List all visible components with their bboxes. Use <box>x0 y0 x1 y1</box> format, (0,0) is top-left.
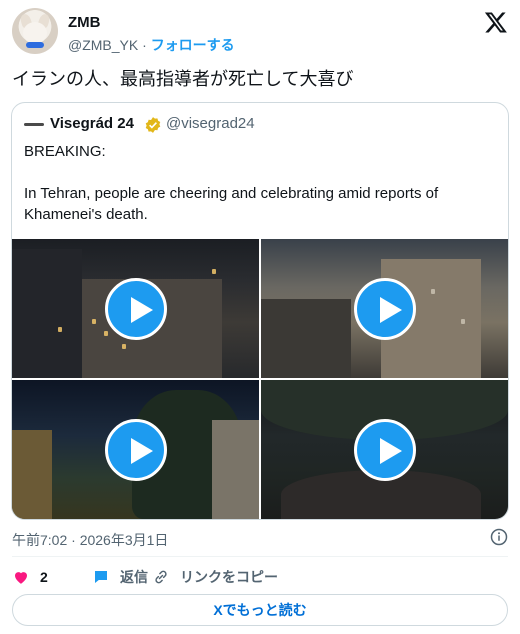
building-silhouette <box>261 299 351 378</box>
reply-label: 返信 <box>120 569 148 585</box>
copy-link-button[interactable]: リンクをコピー <box>152 566 278 588</box>
author-handle[interactable]: @ZMB_YK <box>68 37 138 53</box>
like-button[interactable]: 2 <box>12 566 48 588</box>
copy-link-label: リンクをコピー <box>180 569 278 585</box>
quoted-author-handle[interactable]: @visegrad24 <box>166 115 255 132</box>
tweet-text: イランの人、最高指導者が死亡して大喜び <box>12 69 354 90</box>
speech-bubble-icon <box>95 571 107 583</box>
building-silhouette <box>12 249 82 378</box>
window-light <box>92 319 96 324</box>
tweet-header: ZMB @ZMB_YK · フォローする <box>12 8 508 58</box>
reply-button[interactable]: 返信 <box>92 566 148 588</box>
play-icon[interactable] <box>104 418 167 481</box>
author-name[interactable]: ZMB <box>68 14 101 31</box>
info-icon[interactable] <box>490 528 508 546</box>
author-handle-line: @ZMB_YK · フォローする <box>68 35 235 55</box>
avatar-dog-collar <box>26 42 44 48</box>
quoted-text-line: In Tehran, people are cheering and celeb… <box>24 185 439 202</box>
play-icon[interactable] <box>353 418 416 481</box>
window-light <box>104 331 108 336</box>
video-thumbnail[interactable] <box>261 380 508 519</box>
play-icon[interactable] <box>353 277 416 340</box>
read-more-button[interactable]: Xでもっと読む <box>12 594 508 626</box>
heart-icon <box>15 572 27 584</box>
quoted-author-name[interactable]: Visegrád 24 <box>50 115 134 132</box>
author-avatar[interactable] <box>12 8 58 54</box>
handle-separator: · <box>138 37 151 53</box>
verified-badge-icon <box>145 117 161 133</box>
quoted-tweet[interactable]: Visegrád 24 @visegrad24 BREAKING: In Teh… <box>11 102 509 520</box>
window-light <box>122 344 126 349</box>
quoted-avatar[interactable] <box>24 123 44 126</box>
video-thumbnail[interactable] <box>261 239 508 378</box>
window-light <box>431 289 435 294</box>
window-light <box>461 319 465 324</box>
quoted-text-line <box>24 162 494 183</box>
video-thumbnail[interactable] <box>12 239 259 378</box>
window-light <box>58 327 62 332</box>
like-count: 2 <box>40 569 48 585</box>
divider <box>12 556 508 557</box>
quoted-text-line: BREAKING: <box>24 143 106 160</box>
quoted-text: BREAKING: In Tehran, people are cheering… <box>24 141 494 225</box>
quoted-text-line: Khamenei's death. <box>24 206 148 223</box>
video-thumbnail[interactable] <box>12 380 259 519</box>
follow-button[interactable]: フォローする <box>151 37 235 53</box>
link-icon <box>155 570 167 584</box>
building-silhouette <box>212 420 259 519</box>
play-icon[interactable] <box>104 277 167 340</box>
building-silhouette <box>12 430 52 519</box>
x-logo-icon[interactable] <box>484 10 508 34</box>
window-light <box>212 269 216 274</box>
tweet-timestamp[interactable]: 午前7:02 · 2026年3月1日 <box>12 530 168 550</box>
avatar-dog-face <box>23 22 47 44</box>
media-grid <box>12 239 508 519</box>
